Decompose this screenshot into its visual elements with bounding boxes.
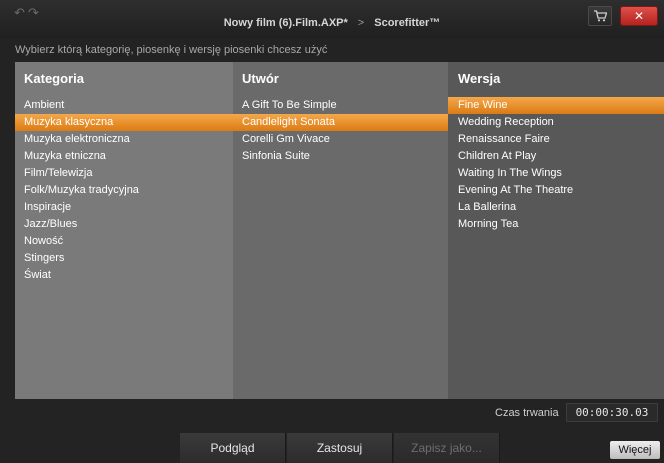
more-button[interactable]: Więcej <box>610 441 660 459</box>
list-item[interactable]: Waiting In The Wings <box>448 165 664 182</box>
cart-button[interactable] <box>588 6 612 26</box>
apply-button[interactable]: Zastosuj <box>287 433 393 463</box>
title-bar: ↶ ↷ Nowy film (6).Film.AXP* > Scorefitter™… <box>0 0 664 38</box>
version-header: Wersja <box>458 71 501 86</box>
song-column: Utwór A Gift To Be Simple Candlelight Son… <box>233 62 448 399</box>
list-item[interactable]: Corelli Gm Vivace <box>233 131 448 148</box>
close-button[interactable]: ✕ <box>620 6 658 26</box>
list-item[interactable]: Wedding Reception <box>448 114 664 131</box>
category-list: Ambient Muzyka klasyczna Muzyka elektronic… <box>15 97 233 284</box>
list-item[interactable]: Morning Tea <box>448 216 664 233</box>
list-item[interactable]: Candlelight Sonata <box>233 114 448 131</box>
list-item[interactable]: Jazz/Blues <box>15 216 233 233</box>
song-list: A Gift To Be Simple Candlelight Sonata Cor… <box>233 97 448 165</box>
preview-button[interactable]: Podgląd <box>180 433 286 463</box>
list-item[interactable]: Ambient <box>15 97 233 114</box>
list-item[interactable]: Evening At The Theatre <box>448 182 664 199</box>
list-item[interactable]: Folk/Muzyka tradycyjna <box>15 182 233 199</box>
duration-field[interactable]: 00:00:30.03 <box>566 403 658 422</box>
song-header: Utwór <box>242 71 279 86</box>
version-column: Wersja Fine Wine Wedding Reception Renaiss… <box>448 62 664 399</box>
list-item[interactable]: Muzyka etniczna <box>15 148 233 165</box>
breadcrumb-arrow: > <box>357 17 365 29</box>
window-title: Nowy film (6).Film.AXP* > Scorefitter™ <box>0 17 664 29</box>
list-item[interactable]: Stingers <box>15 250 233 267</box>
instruction-text: Wybierz którą kategorię, piosenkę i wers… <box>15 44 328 56</box>
scorefitter-window: ↶ ↷ Nowy film (6).Film.AXP* > Scorefitter™… <box>0 0 664 463</box>
list-item[interactable]: Świat <box>15 267 233 284</box>
duration-label: Czas trwania <box>495 407 559 419</box>
list-item[interactable]: La Ballerina <box>448 199 664 216</box>
list-item[interactable]: Film/Telewizja <box>15 165 233 182</box>
list-item[interactable]: Muzyka elektroniczna <box>15 131 233 148</box>
list-item[interactable]: Sinfonia Suite <box>233 148 448 165</box>
shopping-cart-icon <box>594 10 607 22</box>
app-name: Scorefitter™ <box>374 17 441 29</box>
list-item[interactable]: A Gift To Be Simple <box>233 97 448 114</box>
save-as-button: Zapisz jako... <box>394 433 500 463</box>
version-list: Fine Wine Wedding Reception Renaissance Fa… <box>448 97 664 233</box>
project-title: Nowy film (6).Film.AXP* <box>223 17 348 29</box>
list-item[interactable]: Nowość <box>15 233 233 250</box>
category-header: Kategoria <box>24 71 84 86</box>
list-item[interactable]: Fine Wine <box>448 97 664 114</box>
list-item[interactable]: Muzyka klasyczna <box>15 114 233 131</box>
list-item[interactable]: Renaissance Faire <box>448 131 664 148</box>
category-column: Kategoria Ambient Muzyka klasyczna Muzyka … <box>15 62 233 399</box>
list-item[interactable]: Inspiracje <box>15 199 233 216</box>
list-item[interactable]: Children At Play <box>448 148 664 165</box>
